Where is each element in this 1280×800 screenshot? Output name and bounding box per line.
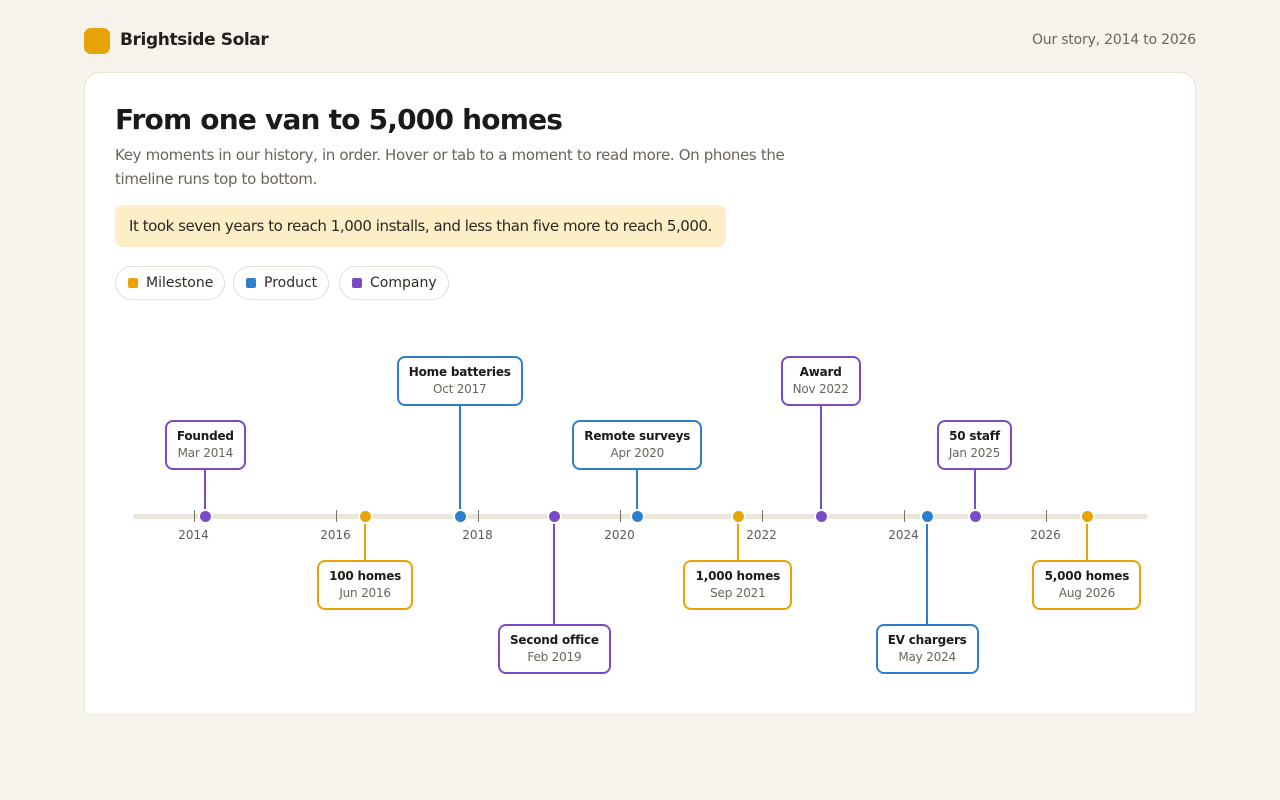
event-dot[interactable] <box>967 509 983 524</box>
event-date: May 2024 <box>898 650 956 664</box>
axis-year-label: 2016 <box>320 528 351 542</box>
axis-tick <box>193 510 195 522</box>
event-date: Jun 2016 <box>339 586 391 600</box>
event-date: Feb 2019 <box>527 650 582 664</box>
event-dot[interactable] <box>452 509 468 524</box>
axis-tick <box>761 510 763 522</box>
event-title: 100 homes <box>329 569 402 583</box>
event-title: Founded <box>176 429 234 443</box>
top-bar: Brightside Solar Our story, 2014 to 2026 <box>84 28 1196 56</box>
event-connector <box>458 406 461 516</box>
brand-logo-icon <box>84 28 110 54</box>
axis-tick <box>477 510 479 522</box>
event-dot[interactable] <box>358 509 374 524</box>
tagline: Our story, 2014 to 2026 <box>1031 32 1196 48</box>
event-dot[interactable] <box>813 509 829 524</box>
event-title: Home batteries <box>408 365 511 379</box>
event-title: EV chargers <box>887 633 967 647</box>
event-card[interactable]: Second office Feb 2019 <box>497 624 611 674</box>
event-date: Sep 2021 <box>710 586 766 600</box>
event-card[interactable]: 5,000 homes Aug 2026 <box>1032 560 1142 610</box>
event-title: 5,000 homes <box>1044 569 1130 583</box>
timeline: 2014 2016 2018 2020 2022 2024 2026 Founded Mar 2… <box>85 73 1195 733</box>
event-card[interactable]: 1,000 homes Sep 2021 <box>683 560 793 610</box>
event-date: Aug 2026 <box>1058 586 1115 600</box>
event-connector <box>819 406 822 516</box>
event-date: Oct 2017 <box>432 382 487 396</box>
event-card[interactable]: 50 staff Jan 2025 <box>937 420 1012 470</box>
axis-year-label: 2022 <box>746 528 777 542</box>
page-background <box>0 713 1280 800</box>
event-card[interactable]: Award Nov 2022 <box>780 356 861 406</box>
event-card[interactable]: 100 homes Jun 2016 <box>317 560 414 610</box>
event-dot[interactable] <box>920 509 936 524</box>
event-card[interactable]: Founded Mar 2014 <box>164 420 246 470</box>
timeline-card: From one van to 5,000 homes Key moments … <box>84 72 1196 734</box>
axis-year-label: 2024 <box>888 528 919 542</box>
axis-tick <box>335 510 337 522</box>
event-date: Nov 2022 <box>792 382 849 396</box>
axis-tick <box>619 510 621 522</box>
axis-year-label: 2020 <box>604 528 635 542</box>
event-title: Second office <box>509 633 599 647</box>
event-connector <box>553 516 556 624</box>
axis-tick <box>903 510 905 522</box>
event-card[interactable]: EV chargers May 2024 <box>875 624 979 674</box>
event-dot[interactable] <box>1079 509 1095 524</box>
axis-year-label: 2014 <box>178 528 209 542</box>
brand-name: Brightside Solar <box>120 30 269 50</box>
event-dot[interactable] <box>547 509 563 524</box>
event-title: Award <box>799 365 842 379</box>
event-date: Apr 2020 <box>610 446 664 460</box>
event-dot[interactable] <box>730 509 746 524</box>
event-date: Jan 2025 <box>948 446 1001 460</box>
event-title: 1,000 homes <box>695 569 781 583</box>
event-date: Mar 2014 <box>177 446 234 460</box>
axis-year-label: 2026 <box>1030 528 1061 542</box>
event-title: Remote surveys <box>584 429 691 443</box>
event-title: 50 staff <box>949 429 1000 443</box>
event-card[interactable]: Home batteries Oct 2017 <box>396 356 523 406</box>
event-connector <box>926 516 929 624</box>
event-dot[interactable] <box>630 509 646 524</box>
event-card[interactable]: Remote surveys Apr 2020 <box>572 420 703 470</box>
axis-year-label: 2018 <box>462 528 493 542</box>
axis-tick <box>1045 510 1047 522</box>
event-dot[interactable] <box>198 509 214 524</box>
